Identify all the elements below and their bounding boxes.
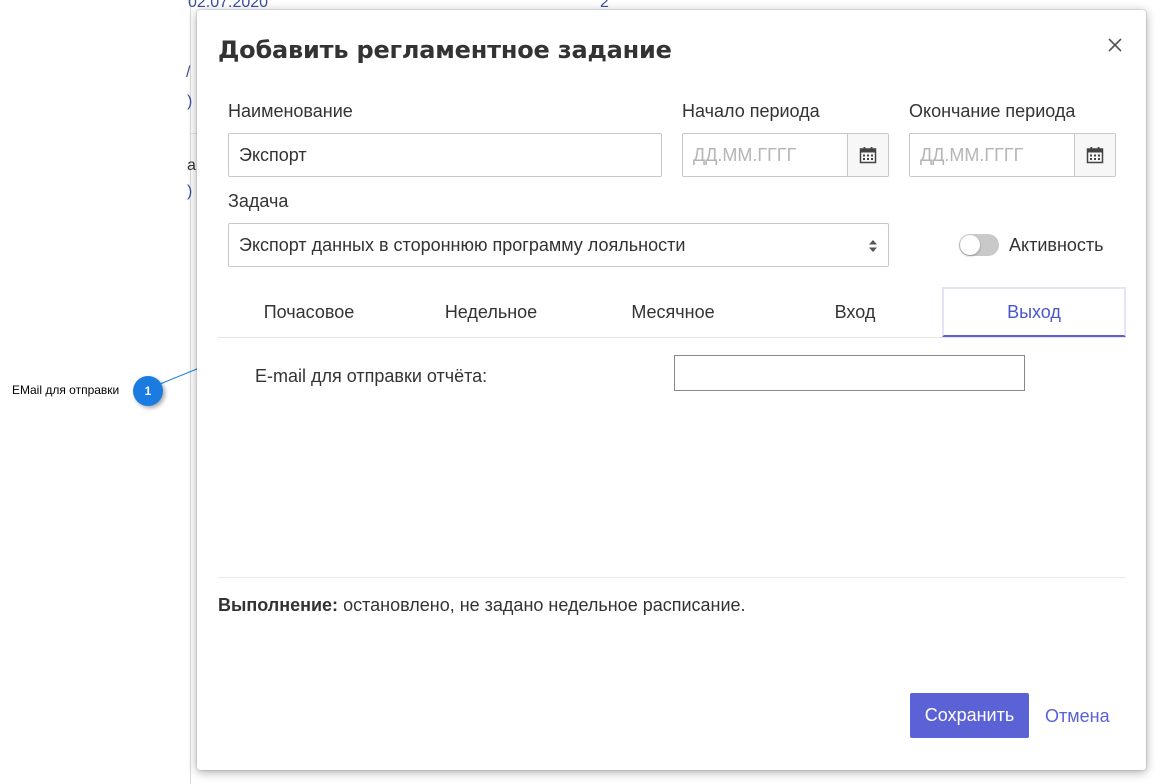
background-fragment: a (187, 157, 196, 174)
name-input-value: Экспорт (239, 144, 307, 165)
start-period-calendar-button[interactable] (847, 134, 888, 176)
start-period-label: Начало периода (682, 101, 820, 121)
tab-monthly[interactable]: Месячное (582, 287, 764, 337)
tab-output[interactable]: Выход (942, 287, 1126, 337)
footer-divider (218, 577, 1126, 578)
active-toggle-knob (960, 235, 980, 255)
end-period-calendar-button[interactable] (1074, 134, 1115, 176)
add-scheduled-task-dialog: Добавить регламентное задание Наименован… (197, 10, 1146, 770)
task-select[interactable]: Экспорт данных в стороннюю программу лоя… (228, 223, 889, 267)
schedule-tabs: Почасовое Недельное Месячное Вход Выход (218, 287, 1126, 338)
close-icon (1108, 38, 1122, 52)
calendar-icon (1086, 147, 1104, 164)
end-period-input[interactable]: ДД.ММ.ГГГГ (909, 133, 1116, 177)
end-period-label: Окончание периода (909, 101, 1076, 121)
select-arrows-icon (869, 240, 877, 252)
close-button[interactable] (1102, 32, 1128, 58)
active-toggle-label: Активность (1009, 235, 1104, 255)
callout-label: EMail для отправки (12, 383, 120, 397)
background-fragment: / (186, 64, 191, 81)
execution-status: Выполнение: остановлено, не задано недел… (218, 595, 746, 616)
background-fragment: ) (187, 93, 193, 110)
cancel-button[interactable]: Отмена (1045, 706, 1110, 727)
background-fragment: ) (187, 183, 193, 200)
name-input[interactable]: Экспорт (228, 133, 662, 177)
save-button[interactable]: Сохранить (910, 693, 1029, 738)
email-label: E-mail для отправки отчёта: (255, 366, 488, 386)
email-field[interactable] (674, 355, 1025, 391)
tab-weekly[interactable]: Недельное (400, 287, 582, 337)
active-toggle[interactable] (959, 234, 999, 256)
start-period-input[interactable]: ДД.ММ.ГГГГ (682, 133, 889, 177)
task-label: Задача (228, 191, 289, 211)
calendar-icon (859, 147, 877, 164)
start-period-placeholder: ДД.ММ.ГГГГ (693, 144, 797, 165)
name-label: Наименование (228, 101, 353, 121)
tab-hourly[interactable]: Почасовое (218, 287, 400, 337)
end-period-placeholder: ДД.ММ.ГГГГ (920, 144, 1024, 165)
dialog-title: Добавить регламентное задание (218, 36, 672, 64)
task-select-value: Экспорт данных в стороннюю программу лоя… (239, 234, 686, 255)
execution-status-label: Выполнение: (218, 595, 339, 615)
callout-badge: 1 (133, 376, 163, 406)
execution-status-text: остановлено, не задано недельное расписа… (343, 595, 746, 615)
tab-input[interactable]: Вход (764, 287, 946, 337)
